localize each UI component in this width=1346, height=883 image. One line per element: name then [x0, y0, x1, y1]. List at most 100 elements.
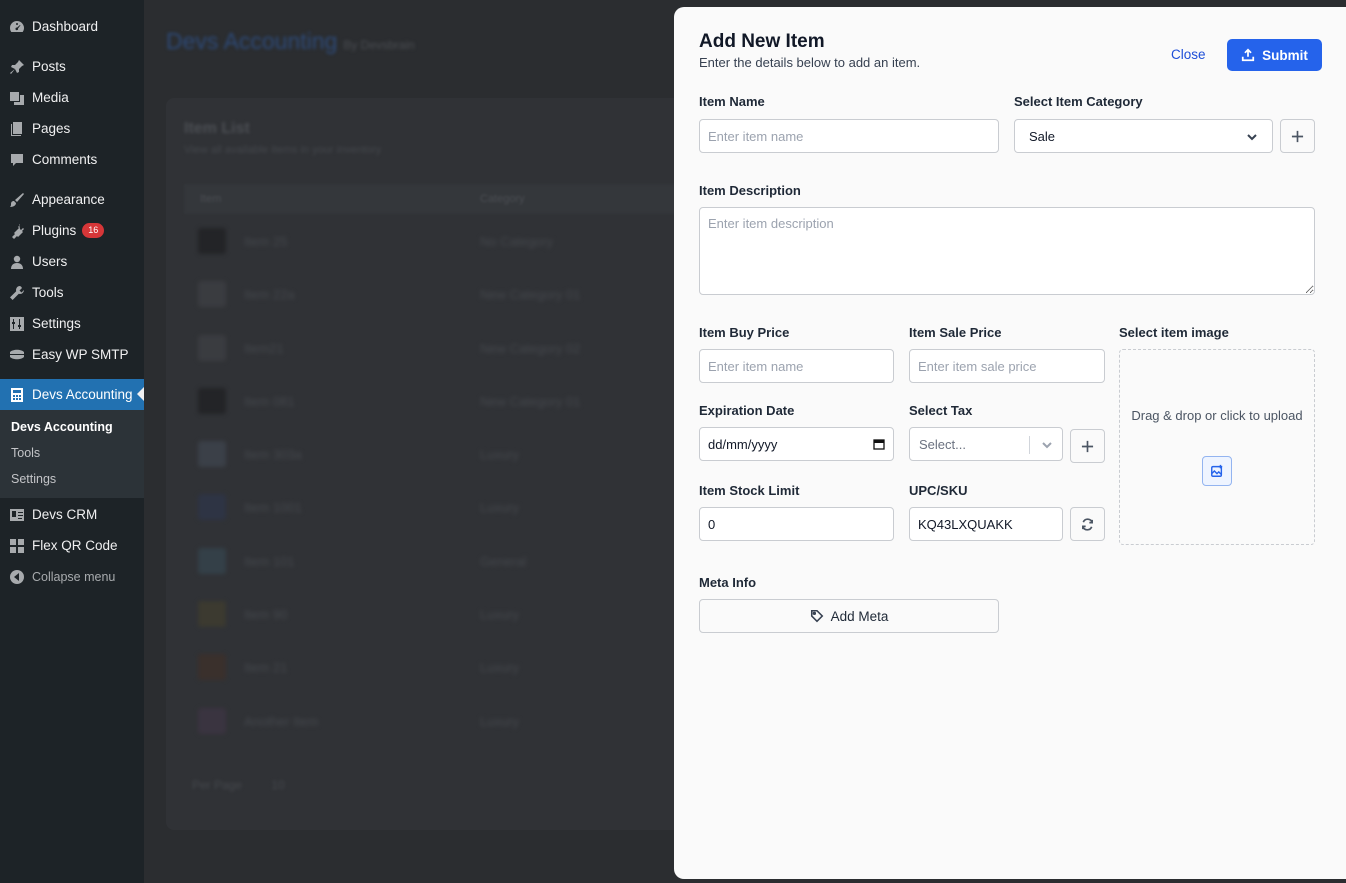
admin-sidebar: Dashboard Posts Media Pages Comments App…	[0, 0, 144, 883]
tag-icon	[810, 609, 823, 623]
submenu-item-settings[interactable]: Settings	[0, 466, 144, 492]
plugins-update-badge: 16	[82, 223, 105, 238]
item-thumbnail	[198, 228, 226, 254]
devs-accounting-submenu: Devs Accounting Tools Settings	[0, 410, 144, 498]
sidebar-item-dashboard[interactable]: Dashboard	[0, 11, 144, 42]
item-sale-price-input[interactable]	[909, 349, 1105, 383]
item-thumbnail	[198, 494, 226, 520]
select-tax-dropdown[interactable]: Select...	[909, 427, 1063, 461]
item-thumbnail	[198, 601, 226, 627]
item-thumbnail	[198, 654, 226, 680]
item-thumbnail	[198, 441, 226, 467]
per-page-control: Per Page 10	[192, 778, 285, 792]
sidebar-item-label: Easy WP SMTP	[32, 347, 129, 362]
submit-button-label: Submit	[1262, 47, 1308, 63]
sidebar-item-pages[interactable]: Pages	[0, 113, 144, 144]
item-buy-price-input[interactable]	[699, 349, 894, 383]
media-icon	[9, 90, 25, 106]
item-name-label: Item Name	[699, 94, 765, 109]
plug-icon	[9, 223, 25, 239]
item-stock-limit-input[interactable]	[699, 507, 894, 541]
sidebar-item-flex-qr-code[interactable]: Flex QR Code	[0, 530, 144, 561]
plus-icon	[1081, 440, 1094, 452]
sidebar-item-label: Pages	[32, 121, 71, 136]
sliders-icon	[9, 316, 25, 332]
image-upload-icon[interactable]	[1202, 456, 1232, 486]
item-thumbnail	[198, 335, 226, 361]
item-sale-price-label: Item Sale Price	[909, 325, 1002, 340]
dropzone-text: Drag & drop or click to upload	[1131, 408, 1303, 423]
add-meta-button[interactable]: Add Meta	[699, 599, 999, 633]
close-button[interactable]: Close	[1171, 47, 1206, 62]
sidebar-item-settings[interactable]: Settings	[0, 308, 144, 339]
item-thumbnail	[198, 281, 226, 307]
sidebar-item-label: Comments	[32, 152, 98, 167]
item-image-label: Select item image	[1119, 325, 1229, 340]
sidebar-item-label: Devs CRM	[32, 507, 98, 522]
column-header-category: Category	[480, 193, 525, 205]
calculator-icon	[9, 387, 25, 403]
sidebar-item-media[interactable]: Media	[0, 82, 144, 113]
sidebar-item-label: Flex QR Code	[32, 538, 118, 553]
expiration-date-input[interactable]: dd/mm/yyyy	[699, 427, 894, 461]
item-description-label: Item Description	[699, 183, 801, 198]
item-category-value: Sale	[1029, 128, 1056, 144]
regenerate-sku-button[interactable]	[1070, 507, 1105, 541]
upc-sku-label: UPC/SKU	[909, 483, 968, 498]
select-tax-placeholder: Select...	[919, 436, 966, 452]
item-description-input[interactable]	[699, 207, 1315, 295]
add-category-button[interactable]	[1280, 119, 1315, 153]
sidebar-item-label: Posts	[32, 59, 66, 74]
sidebar-item-label: Media	[32, 90, 69, 105]
sidebar-item-plugins[interactable]: Plugins 16	[0, 215, 144, 246]
dashboard-icon	[9, 19, 25, 35]
meta-info-label: Meta Info	[699, 575, 757, 590]
collapse-menu-label: Collapse menu	[32, 569, 116, 584]
user-icon	[9, 254, 25, 270]
item-buy-price-label: Item Buy Price	[699, 325, 790, 340]
sidebar-item-posts[interactable]: Posts	[0, 51, 144, 82]
grid-icon	[9, 538, 25, 554]
calendar-icon[interactable]	[873, 438, 885, 450]
sidebar-item-devs-crm[interactable]: Devs CRM	[0, 499, 144, 530]
submenu-item-tools[interactable]: Tools	[0, 440, 144, 466]
expiration-date-label: Expiration Date	[699, 403, 795, 418]
sidebar-item-users[interactable]: Users	[0, 246, 144, 277]
sidebar-item-devs-accounting[interactable]: Devs Accounting	[0, 379, 144, 410]
expiration-date-value: dd/mm/yyyy	[708, 436, 778, 452]
sidebar-item-comments[interactable]: Comments	[0, 144, 144, 175]
item-thumbnail	[198, 708, 226, 734]
mail-icon	[9, 347, 25, 363]
contact-icon	[9, 507, 25, 523]
page-title: Devs Accounting By Devsbrain	[166, 28, 415, 54]
item-thumbnail	[198, 548, 226, 574]
sidebar-item-label: Dashboard	[32, 19, 99, 34]
sidebar-item-easy-wp-smtp[interactable]: Easy WP SMTP	[0, 339, 144, 370]
item-thumbnail	[198, 388, 226, 414]
chevron-down-icon	[1041, 439, 1053, 451]
sidebar-item-label: Users	[32, 254, 68, 269]
select-divider	[1029, 436, 1030, 454]
sidebar-item-tools[interactable]: Tools	[0, 277, 144, 308]
pin-icon	[9, 59, 25, 75]
submit-button[interactable]: Submit	[1227, 39, 1322, 71]
sidebar-item-label: Settings	[32, 316, 81, 331]
collapse-menu-button[interactable]: Collapse menu	[0, 561, 144, 592]
item-name-input[interactable]	[699, 119, 999, 153]
sidebar-item-label: Tools	[32, 285, 64, 300]
upc-sku-input[interactable]	[909, 507, 1063, 541]
column-header-item: Item	[200, 193, 222, 205]
panel-title: Add New Item	[699, 31, 825, 52]
chevron-down-icon	[1246, 131, 1258, 143]
sidebar-item-appearance[interactable]: Appearance	[0, 184, 144, 215]
add-tax-button[interactable]	[1070, 429, 1105, 463]
select-tax-label: Select Tax	[909, 403, 973, 418]
item-category-select[interactable]: Sale	[1014, 119, 1273, 153]
image-dropzone[interactable]: Drag & drop or click to upload	[1119, 349, 1315, 545]
add-item-panel: Add New Item Enter the details below to …	[674, 7, 1346, 879]
sidebar-item-label: Devs Accounting	[32, 387, 133, 402]
card-title: Item List	[184, 120, 250, 137]
wrench-icon	[9, 285, 25, 301]
submenu-item-devs-accounting[interactable]: Devs Accounting	[0, 414, 144, 440]
sidebar-item-label: Appearance	[32, 192, 105, 207]
